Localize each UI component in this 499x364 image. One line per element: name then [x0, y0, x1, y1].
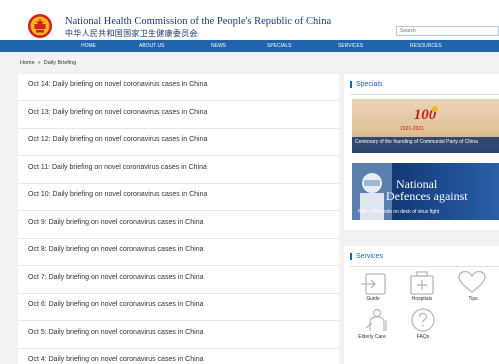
list-item[interactable]: Oct 14: Daily briefing on novel coronavi…: [18, 74, 339, 101]
list-item[interactable]: Oct 7: Daily briefing on novel coronavir…: [18, 267, 339, 294]
nav-item-specials[interactable]: SPECIALS: [267, 43, 291, 49]
list-item-link[interactable]: Oct 6: Daily briefing on novel coronavir…: [28, 301, 203, 308]
services-divider: [350, 266, 499, 267]
specials-divider: [350, 94, 499, 95]
services-panel: Services Guide Hospitals Tips Elderly Ca…: [344, 246, 499, 364]
centenary-years: 1921-2021: [400, 126, 424, 132]
list-item-link[interactable]: Oct 11: Daily briefing on novel coronavi…: [28, 164, 207, 171]
breadcrumb-home-link[interactable]: Home: [20, 60, 35, 66]
list-item-link[interactable]: Oct 7: Daily briefing on novel coronavir…: [28, 274, 203, 281]
list-item-link[interactable]: Oct 12: Daily briefing on novel coronavi…: [28, 136, 207, 143]
list-item[interactable]: Oct 12: Daily briefing on novel coronavi…: [18, 129, 339, 156]
service-label-guide[interactable]: Guide: [353, 296, 393, 302]
list-item[interactable]: Oct 10: Daily briefing on novel coronavi…: [18, 184, 339, 211]
guide-icon[interactable]: [360, 273, 386, 295]
list-item-link[interactable]: Oct 5: Daily briefing on novel coronavir…: [28, 329, 203, 336]
heart-icon[interactable]: [457, 270, 487, 294]
national-defences-banner[interactable]: National Defences against NHC: All hands …: [352, 163, 499, 220]
national-defences-title: National Defences against: [386, 178, 468, 202]
list-item-link[interactable]: Oct 8: Daily briefing on novel coronavir…: [28, 246, 203, 253]
service-label-hospitals[interactable]: Hospitals: [402, 296, 442, 302]
list-item[interactable]: Oct 9: Daily briefing on novel coronavir…: [18, 212, 339, 239]
list-item[interactable]: Oct 6: Daily briefing on novel coronavir…: [18, 294, 339, 321]
centenary-emblem-icon: 100: [414, 106, 438, 123]
list-item[interactable]: Oct 8: Daily briefing on novel coronavir…: [18, 239, 339, 266]
service-label-tips[interactable]: Tips: [453, 296, 493, 302]
nav-item-news[interactable]: NEWS: [211, 43, 226, 49]
breadcrumb: Home» Daily Briefing: [20, 60, 76, 66]
elderly-care-icon[interactable]: [364, 308, 390, 332]
service-label-elderly-care[interactable]: Elderly Care: [352, 334, 392, 340]
list-item-link[interactable]: Oct 9: Daily briefing on novel coronavir…: [28, 219, 203, 226]
national-defences-line2: Defences against: [386, 189, 468, 203]
centenary-banner[interactable]: 100 1921-2021 Centenary of the founding …: [352, 99, 499, 153]
site-title-chinese[interactable]: 中华人民共和国国家卫生健康委员会: [65, 28, 198, 39]
breadcrumb-separator: »: [37, 60, 41, 66]
briefing-list: Oct 14: Daily briefing on novel coronavi…: [18, 74, 339, 364]
centenary-caption: Centenary of the founding of Communist P…: [352, 137, 499, 153]
list-item-link[interactable]: Oct 14: Daily briefing on novel coronavi…: [28, 81, 207, 88]
list-item-link[interactable]: Oct 4: Daily briefing on novel coronavir…: [28, 356, 203, 363]
list-item[interactable]: Oct 13: Daily briefing on novel coronavi…: [18, 102, 339, 129]
main-nav: HOME ABOUT US NEWS SPECIALS SERVICES RES…: [0, 40, 499, 52]
nav-item-services[interactable]: SERVICES: [338, 43, 363, 49]
list-item-link[interactable]: Oct 13: Daily briefing on novel coronavi…: [28, 109, 207, 116]
nav-item-about-us[interactable]: ABOUT US: [139, 43, 164, 49]
nav-item-home[interactable]: HOME: [81, 43, 96, 49]
question-icon[interactable]: [410, 307, 436, 333]
list-item-link[interactable]: Oct 10: Daily briefing on novel coronavi…: [28, 191, 207, 198]
list-item[interactable]: Oct 4: Daily briefing on novel coronavir…: [18, 349, 339, 364]
breadcrumb-current[interactable]: Daily Briefing: [44, 60, 76, 66]
national-defences-caption: NHC: All hands on deck of virus fight: [358, 209, 440, 215]
list-item[interactable]: Oct 11: Daily briefing on novel coronavi…: [18, 157, 339, 184]
site-title-english[interactable]: National Health Commission of the People…: [65, 16, 331, 27]
services-heading: Services: [350, 253, 383, 260]
hospital-icon[interactable]: [409, 270, 435, 295]
site-header: National Health Commission of the People…: [0, 0, 499, 40]
national-emblem-icon[interactable]: [27, 13, 53, 39]
specials-heading: Specials: [350, 81, 382, 88]
search-input[interactable]: [396, 26, 499, 36]
service-label-faqs[interactable]: FAQs: [403, 334, 443, 340]
nav-item-resources[interactable]: RESOURCES: [410, 43, 442, 49]
list-item[interactable]: Oct 5: Daily briefing on novel coronavir…: [18, 322, 339, 349]
